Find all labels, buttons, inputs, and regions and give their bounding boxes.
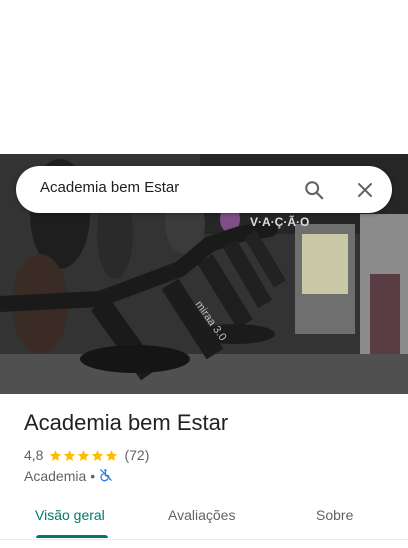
- star-icon: [106, 449, 118, 461]
- place-category: Academia: [24, 468, 87, 484]
- place-tabs: Visão geral Avaliações Sobre: [0, 496, 408, 540]
- tab-reviews[interactable]: Avaliações: [168, 507, 235, 523]
- star-icon: [50, 449, 62, 461]
- active-tab-indicator: [36, 535, 108, 538]
- no-wheelchair-icon: [99, 468, 113, 485]
- search-bar[interactable]: Academia bem Estar: [16, 166, 392, 213]
- star-icon: [78, 449, 90, 461]
- separator-dot: •: [90, 468, 96, 484]
- tab-overview[interactable]: Visão geral: [35, 507, 105, 523]
- category-row: Academia •: [24, 467, 113, 485]
- gym-sign-text: V·A·Ç·Ã·O: [250, 214, 309, 229]
- review-count[interactable]: (72): [124, 447, 149, 463]
- place-title: Academia bem Estar: [24, 410, 229, 435]
- star-icon: [64, 449, 76, 461]
- close-icon[interactable]: [352, 177, 378, 203]
- tab-about[interactable]: Sobre: [316, 507, 353, 523]
- star-icon: [92, 449, 104, 461]
- rating-value: 4,8: [24, 447, 44, 463]
- search-input[interactable]: Academia bem Estar: [40, 179, 179, 196]
- rating-stars: [49, 449, 119, 462]
- search-icon[interactable]: [301, 177, 327, 203]
- rating-row[interactable]: 4,8 (72): [24, 446, 149, 464]
